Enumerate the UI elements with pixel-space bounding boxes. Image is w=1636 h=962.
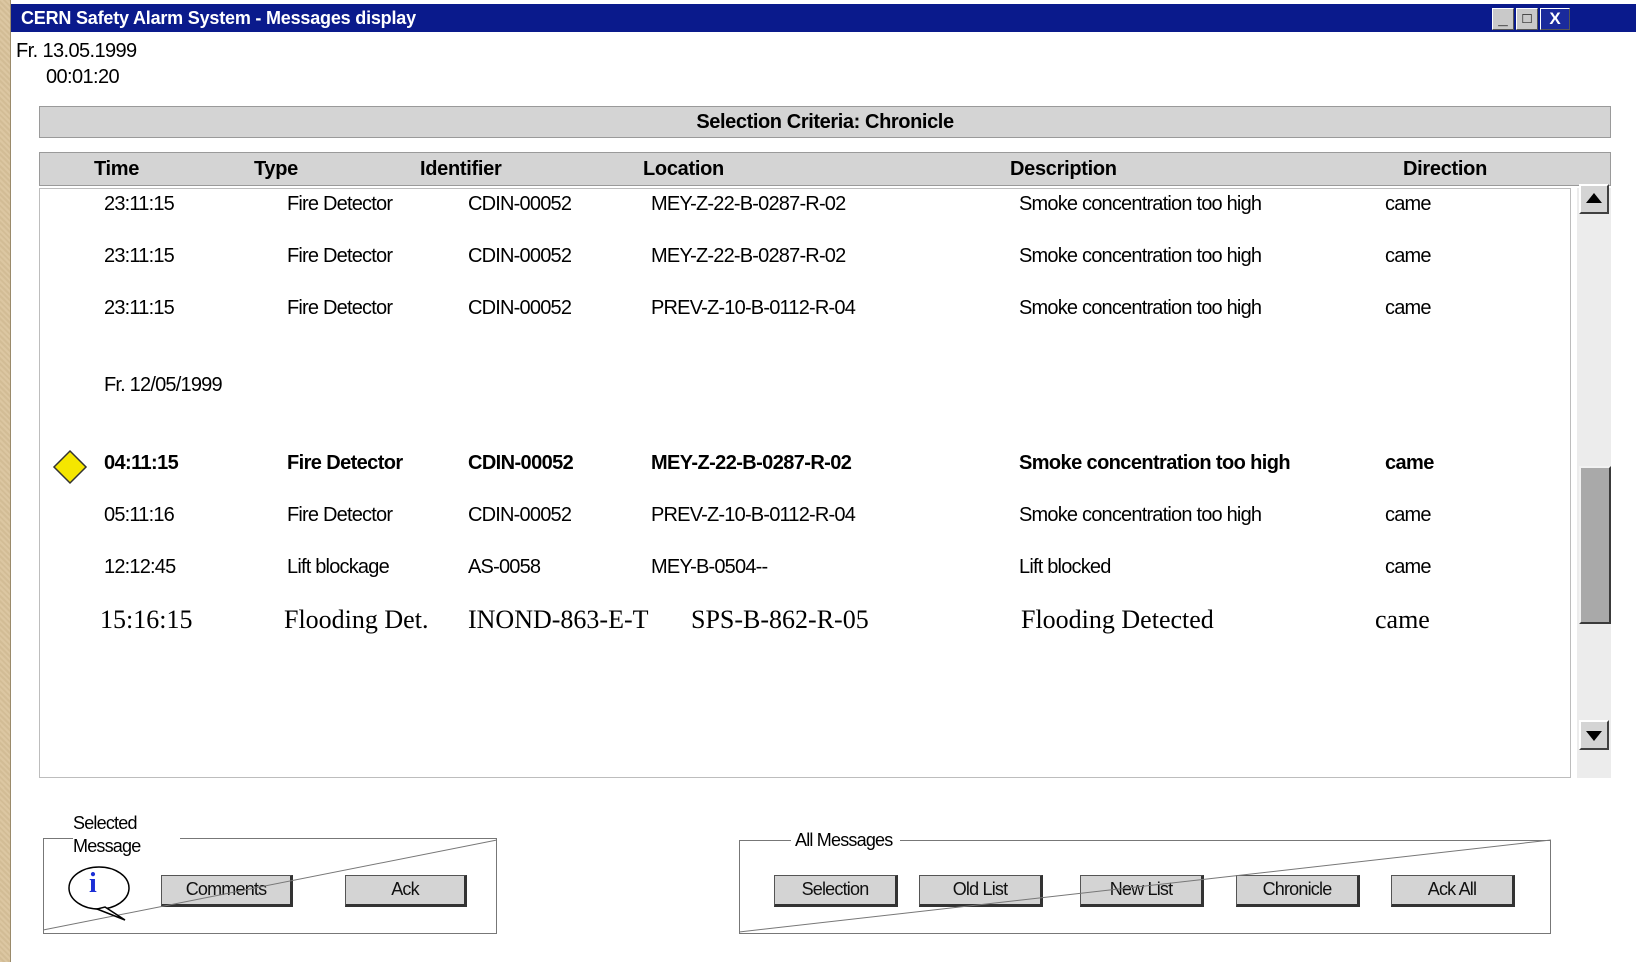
table-row[interactable]: 23:11:15 Fire Detector CDIN-00052 PREV-Z… xyxy=(40,293,1572,333)
column-location[interactable]: Location xyxy=(643,158,724,181)
date-separator: Fr. 12/05/1999 xyxy=(40,370,1572,410)
info-bubble-icon xyxy=(68,866,130,921)
row-identifier: CDIN-00052 xyxy=(468,297,572,319)
ack-button[interactable]: Ack xyxy=(345,875,467,907)
table-row[interactable]: 05:11:16 Fire Detector CDIN-00052 PREV-Z… xyxy=(40,500,1572,540)
row-identifier: AS-0058 xyxy=(468,556,541,578)
current-time: 00:01:20 xyxy=(46,66,120,88)
row-type: Lift blockage xyxy=(287,556,390,578)
scroll-down-button[interactable] xyxy=(1579,720,1609,750)
minimize-button[interactable]: _ xyxy=(1492,8,1514,30)
row-time: 23:11:15 xyxy=(104,193,175,215)
chronicle-button[interactable]: Chronicle xyxy=(1236,875,1360,907)
row-type: Fire Detector xyxy=(287,504,393,526)
maximize-button[interactable]: □ xyxy=(1516,8,1538,30)
new-list-button[interactable]: New List xyxy=(1080,875,1204,907)
row-type: Flooding Det. xyxy=(284,605,429,634)
title-bar[interactable]: CERN Safety Alarm System - Messages disp… xyxy=(11,4,1636,32)
close-button[interactable]: X xyxy=(1540,8,1570,30)
column-description[interactable]: Description xyxy=(1010,158,1117,181)
message-list[interactable]: 23:11:15 Fire Detector CDIN-00052 MEY-Z-… xyxy=(39,188,1571,778)
table-row[interactable]: 12:12:45 Lift blockage AS-0058 MEY-B-050… xyxy=(40,552,1572,592)
row-identifier: INOND-863-E-T xyxy=(468,605,649,634)
row-type: Fire Detector xyxy=(287,297,393,319)
row-description: Smoke concentration too high xyxy=(1019,297,1262,319)
row-identifier: CDIN-00052 xyxy=(468,193,572,215)
row-direction: came xyxy=(1385,504,1432,526)
selection-criteria-bar: Selection Criteria: Chronicle xyxy=(39,106,1611,138)
table-row[interactable]: 23:11:15 Fire Detector CDIN-00052 MEY-Z-… xyxy=(40,241,1572,281)
row-type: Fire Detector xyxy=(287,452,403,474)
row-type: Fire Detector xyxy=(287,245,393,267)
column-identifier[interactable]: Identifier xyxy=(420,158,502,181)
row-identifier: CDIN-00052 xyxy=(468,245,572,267)
date-separator-label: Fr. 12/05/1999 xyxy=(104,374,223,396)
row-location: MEY-Z-22-B-0287-R-02 xyxy=(651,245,846,267)
row-direction: came xyxy=(1385,556,1432,578)
scroll-up-button[interactable] xyxy=(1579,184,1609,214)
selected-label-line1: Selected xyxy=(73,813,137,833)
comments-button[interactable]: Comments xyxy=(161,875,293,907)
column-type[interactable]: Type xyxy=(254,158,298,181)
scroll-thumb[interactable] xyxy=(1579,466,1611,624)
old-list-button[interactable]: Old List xyxy=(919,875,1043,907)
row-location: MEY-Z-22-B-0287-R-02 xyxy=(651,193,846,215)
row-time: 05:11:16 xyxy=(104,504,175,526)
row-time: 15:16:15 xyxy=(100,605,193,634)
row-time: 23:11:15 xyxy=(104,245,175,267)
vertical-scrollbar[interactable] xyxy=(1577,184,1611,778)
row-direction: came xyxy=(1385,245,1432,267)
row-type: Fire Detector xyxy=(287,193,393,215)
selected-label-line2: Message xyxy=(73,836,141,856)
row-identifier: CDIN-00052 xyxy=(468,504,572,526)
row-identifier: CDIN-00052 xyxy=(468,452,574,474)
row-location: MEY-Z-22-B-0287-R-02 xyxy=(651,452,852,474)
column-time[interactable]: Time xyxy=(94,158,139,181)
row-description: Lift blocked xyxy=(1019,556,1111,578)
row-location: PREV-Z-10-B-0112-R-04 xyxy=(651,297,856,319)
row-direction: came xyxy=(1385,452,1434,474)
row-description: Flooding Detected xyxy=(1021,605,1214,634)
selection-button[interactable]: Selection xyxy=(774,875,898,907)
row-location: PREV-Z-10-B-0112-R-04 xyxy=(651,504,856,526)
row-direction: came xyxy=(1385,297,1432,319)
column-header: Time Type Identifier Location Descriptio… xyxy=(39,152,1611,186)
row-time: 04:11:15 xyxy=(104,452,179,474)
table-row[interactable]: 15:16:15 Flooding Det. INOND-863-E-T SPS… xyxy=(40,604,1572,644)
ack-all-button[interactable]: Ack All xyxy=(1391,875,1515,907)
column-direction[interactable]: Direction xyxy=(1403,158,1487,181)
row-description: Smoke concentration too high xyxy=(1019,504,1262,526)
table-row-selected[interactable]: 04:11:15 Fire Detector CDIN-00052 MEY-Z-… xyxy=(40,448,1572,488)
row-direction: came xyxy=(1375,605,1430,634)
arrow-down-icon xyxy=(1586,731,1602,741)
alarm-diamond-icon xyxy=(52,449,88,485)
messages-window: CERN Safety Alarm System - Messages disp… xyxy=(10,0,1636,962)
row-direction: came xyxy=(1385,193,1432,215)
selected-message-label: Selected Message xyxy=(73,812,181,858)
row-location: SPS-B-862-R-05 xyxy=(691,605,869,634)
row-time: 12:12:45 xyxy=(104,556,176,578)
row-description: Smoke concentration too high xyxy=(1019,452,1291,474)
current-date: Fr. 13.05.1999 xyxy=(16,40,137,62)
row-description: Smoke concentration too high xyxy=(1019,193,1262,215)
all-messages-label: All Messages xyxy=(791,829,901,852)
window-title: CERN Safety Alarm System - Messages disp… xyxy=(21,8,416,28)
table-row[interactable]: 23:11:15 Fire Detector CDIN-00052 MEY-Z-… xyxy=(40,189,1572,229)
info-button[interactable]: i xyxy=(67,864,131,922)
row-description: Smoke concentration too high xyxy=(1019,245,1262,267)
arrow-up-icon xyxy=(1586,193,1602,203)
row-time: 23:11:15 xyxy=(104,297,175,319)
info-icon-letter: i xyxy=(89,868,97,899)
row-location: MEY-B-0504-- xyxy=(651,556,768,578)
